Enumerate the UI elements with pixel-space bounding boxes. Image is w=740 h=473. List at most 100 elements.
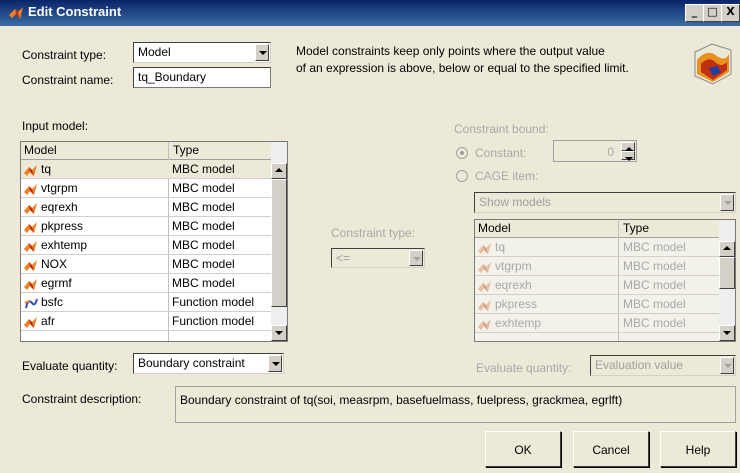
scroll-down-button[interactable] [271, 325, 287, 341]
column-header-model[interactable]: Model [475, 221, 511, 235]
model-name-text: vtgrpm [41, 181, 78, 195]
model-name-cell: afr [23, 314, 55, 328]
model-name-cell: vtgrpm [23, 181, 78, 195]
chevron-down-icon [409, 250, 423, 266]
table-row[interactable]: eqrexh MBC model [475, 276, 719, 295]
constant-value: 0 [607, 145, 614, 159]
model-name-cell: eqrexh [477, 278, 532, 292]
scroll-up-button[interactable] [271, 163, 287, 179]
evaluate-quantity-right-value: Evaluation value [595, 358, 684, 372]
column-header-type[interactable]: Type [170, 143, 199, 157]
model-type-cell: MBC model [172, 276, 235, 290]
info-line-1: Model constraints keep only points where… [296, 44, 605, 58]
chevron-down-icon [268, 355, 282, 372]
increment-button[interactable] [621, 142, 635, 151]
scroll-up-button[interactable] [719, 241, 735, 257]
title-bar: Edit Constraint _ □ X [0, 0, 740, 26]
minimize-button[interactable]: _ [685, 4, 704, 22]
ok-button[interactable]: OK [485, 431, 561, 467]
description-label: Constraint description: [22, 392, 142, 406]
scroll-thumb[interactable] [719, 257, 735, 289]
chevron-down-icon [720, 357, 734, 374]
model-name-text: afr [41, 314, 56, 328]
model-type-cell: MBC model [172, 181, 235, 195]
table-row[interactable]: pkpress MBC model [21, 217, 271, 236]
constant-stepper[interactable]: 0 [553, 140, 637, 162]
column-header-model[interactable]: Model [21, 143, 57, 157]
model-name-text: NOX [41, 257, 68, 271]
table-row[interactable]: bsfc Function model [21, 293, 271, 312]
model-type-cell: MBC model [623, 278, 686, 292]
description-text: Boundary constraint of tq(soi, measrpm, … [180, 393, 623, 407]
table-row[interactable]: tq MBC model [475, 238, 719, 257]
table-row[interactable]: vtgrpm MBC model [475, 257, 719, 276]
table-row[interactable]: eqrexh MBC model [21, 198, 271, 217]
description-box: Boundary constraint of tq(soi, measrpm, … [175, 386, 736, 423]
table-row[interactable]: egrmf MBC model [21, 274, 271, 293]
constraint-bound-label: Constraint bound: [454, 122, 549, 136]
cage-item-table: Model Type tq MBC model vtgrpm MBC model eqr… [474, 219, 736, 342]
decrement-button[interactable] [621, 151, 635, 161]
chevron-down-icon [720, 194, 734, 211]
cage-item-scrollbar[interactable] [719, 220, 735, 341]
input-model-scrollbar[interactable] [271, 142, 287, 341]
model-name-text: eqrexh [495, 278, 532, 292]
scroll-thumb[interactable] [271, 179, 287, 307]
table-row[interactable]: afr Function model [21, 312, 271, 331]
model-type-cell: MBC model [623, 259, 686, 273]
table-header: Model Type [475, 220, 719, 238]
info-line-2: of an expression is above, below or equa… [296, 61, 629, 75]
model-name-cell: NOX [23, 257, 67, 271]
scroll-down-button[interactable] [719, 325, 735, 341]
input-model-table: Model Type tq MBC model vtgrpm MBC model eqr… [20, 141, 288, 342]
table-row[interactable]: tq MBC model [21, 160, 271, 179]
model-name-cell: tq [23, 162, 51, 176]
matlab-logo-icon [9, 7, 23, 19]
model-name-text: exhtemp [495, 316, 542, 330]
table-row[interactable]: pkpress MBC model [475, 295, 719, 314]
model-name-cell: tq [477, 240, 505, 254]
cage-item-radio[interactable] [456, 170, 468, 182]
table-row[interactable]: exhtemp MBC model [21, 236, 271, 255]
constant-radio[interactable] [456, 147, 468, 159]
model-type-cell: MBC model [172, 257, 235, 271]
model-type-cell: MBC model [623, 240, 686, 254]
evaluate-quantity-right-label: Evaluate quantity: [476, 361, 572, 375]
evaluate-quantity-select[interactable]: Boundary constraint [133, 353, 284, 374]
cage-item-label: CAGE item: [475, 169, 539, 183]
show-models-select[interactable]: Show models [474, 192, 736, 213]
table-row[interactable]: NOX MBC model [21, 255, 271, 274]
model-name-cell: pkpress [477, 297, 537, 311]
table-row[interactable]: exhtemp MBC model [475, 314, 719, 333]
operator-select[interactable]: <= [331, 248, 425, 268]
close-button[interactable]: X [721, 4, 740, 22]
table-row[interactable]: vtgrpm MBC model [21, 179, 271, 198]
model-name-cell: vtgrpm [477, 259, 532, 273]
constraint-name-field[interactable]: tq_Boundary [133, 67, 271, 88]
model-name-cell: pkpress [23, 219, 83, 233]
model-surface-icon [694, 43, 732, 85]
maximize-button[interactable]: □ [703, 4, 722, 22]
window-title: Edit Constraint [28, 4, 122, 19]
constraint-type-select[interactable]: Model [133, 42, 271, 63]
model-name-text: pkpress [495, 297, 538, 311]
model-name-text: tq [41, 162, 52, 176]
operator-value: <= [336, 251, 351, 265]
help-button[interactable]: Help [660, 431, 736, 467]
model-name-text: vtgrpm [495, 259, 532, 273]
model-type-cell: Function model [172, 295, 255, 309]
cancel-button[interactable]: Cancel [573, 431, 649, 467]
column-header-type[interactable]: Type [620, 221, 649, 235]
table-header: Model Type [21, 142, 271, 160]
model-name-text: egrmf [41, 276, 72, 290]
model-name-text: exhtemp [41, 238, 88, 252]
model-name-cell: eqrexh [23, 200, 78, 214]
input-model-label: Input model: [22, 119, 89, 133]
model-type-cell: MBC model [172, 219, 235, 233]
model-type-cell: Function model [172, 314, 255, 328]
middle-constraint-type-label: Constraint type: [331, 226, 416, 240]
constant-label: Constant: [475, 146, 527, 160]
model-type-cell: MBC model [623, 316, 686, 330]
model-type-cell: MBC model [172, 162, 235, 176]
evaluate-quantity-right-select[interactable]: Evaluation value [590, 355, 736, 376]
